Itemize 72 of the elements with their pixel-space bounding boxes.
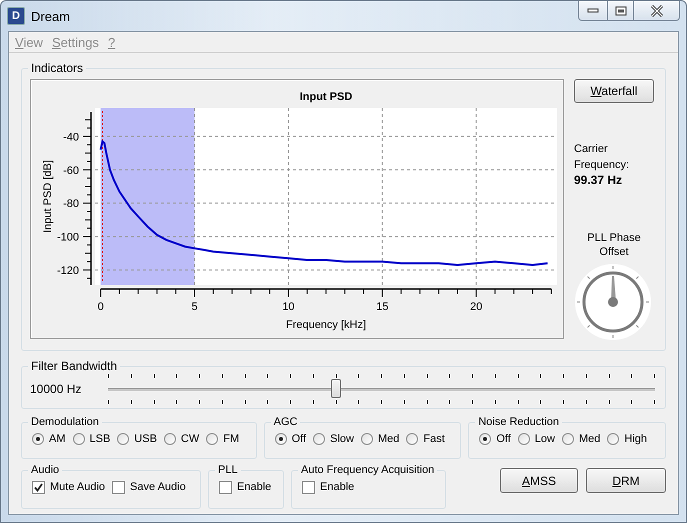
option-label: Med [578,433,600,445]
tick-label: -40 [63,131,79,144]
bandwidth-slider[interactable] [108,374,655,404]
option-label: Save Audio [130,481,186,493]
group-title: Auto Frequency Acquisition [300,464,436,476]
radio-button[interactable] [607,433,620,445]
radio-button[interactable] [206,433,218,445]
radio-button[interactable] [32,433,44,445]
radio-button[interactable] [562,433,574,445]
radio-button[interactable] [360,433,373,445]
chart-title: Input PSD [300,91,352,103]
app-icon: D [7,7,25,25]
option-label: Low [534,433,555,445]
option-label: AM [49,433,66,445]
minimize-icon [587,8,599,14]
option-label: Mute Audio [50,481,106,493]
checkbox[interactable] [112,480,126,494]
slider-thumb[interactable] [331,379,342,398]
waterfall-button[interactable]: Waterfall [574,79,654,103]
carrier-value: 99.37 Hz [574,173,624,187]
y-axis-label: Input PSD [dB] [42,160,54,233]
tick-label: -120 [56,264,79,277]
pll-label: PLL Phase Offset [586,231,642,259]
option-label: Enable [237,481,272,493]
option-label: LSB [90,433,110,445]
option-label: High [624,433,648,445]
tick-label: 0 [98,301,104,313]
group-title: Demodulation [30,416,100,428]
maximize-button[interactable] [608,1,634,21]
group-title: Audio [30,464,60,476]
action-button[interactable]: AMSS [500,468,578,493]
option-label: Enable [320,481,354,493]
radio-button[interactable] [72,433,84,445]
bandwidth-value: 10000 Hz [30,382,82,396]
group-title: Indicators [30,61,84,75]
tick-label: -100 [56,232,79,244]
tick-label: 20 [470,301,482,313]
option-label: Slow [330,433,354,445]
group-title: Filter Bandwidth [30,359,118,373]
close-button[interactable] [634,1,680,21]
tick-label: -60 [63,164,79,177]
option-label: Med [378,433,400,445]
minimize-button[interactable] [578,1,608,21]
tick-label: 15 [376,301,388,313]
checkbox[interactable] [32,480,45,494]
checkbox[interactable] [302,480,315,494]
close-icon [650,4,664,16]
action-button[interactable]: DRM [586,468,666,493]
tick-label: -80 [63,198,79,210]
carrier-label: Carrier Frequency: [574,142,630,173]
tick-label: 10 [282,301,295,313]
radio-button[interactable] [313,433,326,445]
group-title: AGC [272,416,298,428]
group-title: PLL [217,464,239,476]
x-axis-label: Frequency [kHz] [286,319,366,331]
maximize-icon [614,6,626,16]
radio-button[interactable] [274,433,287,445]
radio-button[interactable] [164,433,176,445]
group-title: Noise Reduction [477,416,560,428]
radio-button[interactable] [117,433,130,445]
window-title: Dream [31,8,70,24]
option-label: Off [292,433,306,445]
radio-button[interactable] [406,433,418,445]
radio-button[interactable] [479,433,492,445]
option-label: FM [223,433,240,445]
option-label: Off [496,433,511,445]
tick-label: 5 [191,301,198,313]
option-label: Fast [423,433,445,445]
option-label: CW [180,433,200,445]
checkbox[interactable] [219,480,232,494]
option-label: USB [134,433,157,445]
radio-button[interactable] [518,433,530,445]
